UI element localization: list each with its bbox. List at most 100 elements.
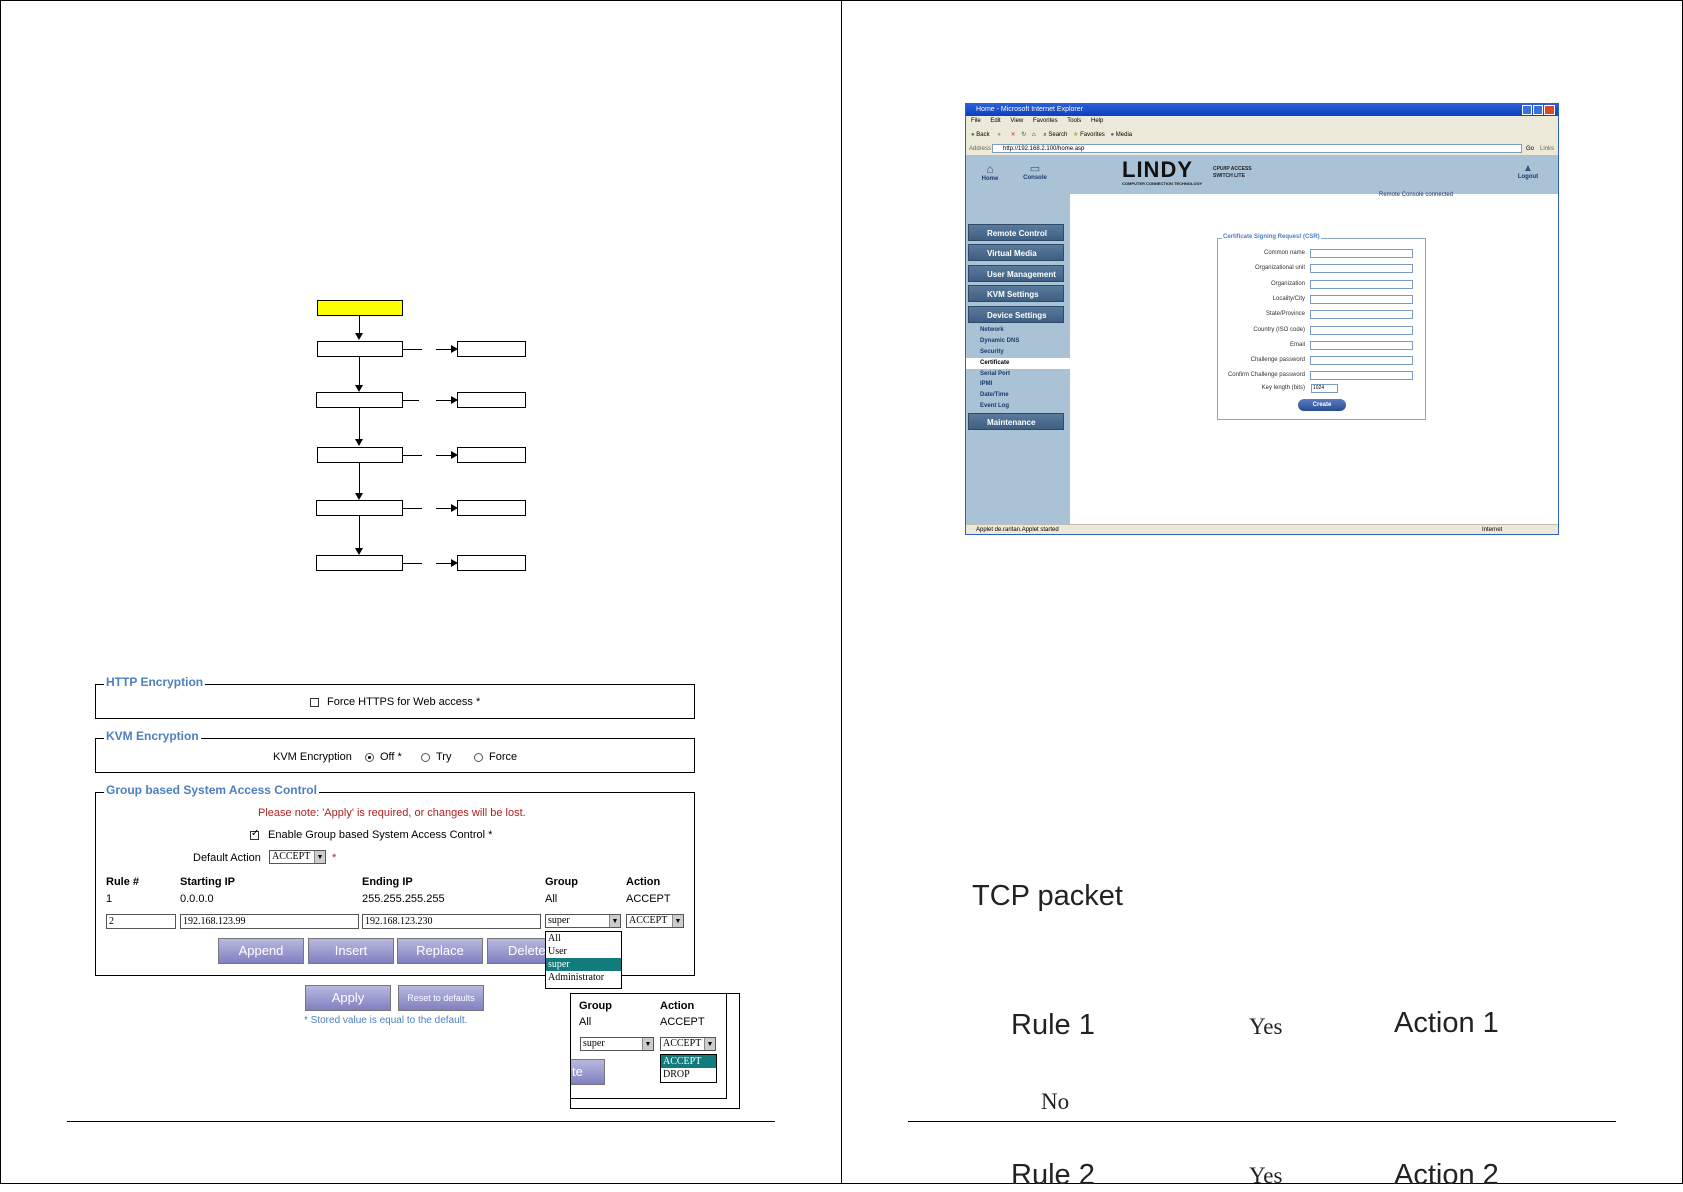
- start-ip-input[interactable]: 192.168.123.99: [180, 914, 359, 929]
- replace-button[interactable]: Replace: [397, 938, 483, 964]
- enable-access-control-label: Enable Group based System Access Control…: [268, 829, 493, 841]
- menu-file[interactable]: File: [971, 118, 981, 124]
- sidebar-remote-control[interactable]: Remote Control: [968, 224, 1064, 241]
- append-button[interactable]: Append: [218, 938, 304, 964]
- media-icon[interactable]: ●: [1110, 132, 1114, 138]
- favorites-button[interactable]: Favorites: [1080, 132, 1105, 138]
- home-nav[interactable]: ⌂ Home: [978, 162, 1002, 182]
- apply-note: Please note: 'Apply' is required, or cha…: [258, 807, 526, 819]
- csr-field-input[interactable]: [1310, 249, 1413, 258]
- csr-field-input[interactable]: [1310, 356, 1413, 366]
- stop-icon[interactable]: ✕: [1011, 132, 1016, 138]
- sub-network[interactable]: Network: [980, 327, 1004, 333]
- csr-field-input[interactable]: [1310, 371, 1413, 381]
- menu-favorites[interactable]: Favorites: [1033, 118, 1058, 124]
- sub-serial-port[interactable]: Serial Port: [980, 371, 1010, 377]
- group-select[interactable]: super ▼: [545, 914, 621, 928]
- media-button[interactable]: Media: [1116, 132, 1132, 138]
- sidebar-virtual-media[interactable]: Virtual Media: [968, 244, 1064, 261]
- sidebar-maintenance[interactable]: Maintenance: [968, 413, 1064, 430]
- sub-event-log[interactable]: Event Log: [980, 403, 1009, 409]
- flow-action-box: [457, 447, 526, 463]
- sidebar-kvm-settings[interactable]: KVM Settings: [968, 285, 1064, 302]
- sidebar-device-settings[interactable]: Device Settings: [968, 306, 1064, 323]
- sidebar-user-management[interactable]: User Management: [968, 265, 1064, 282]
- flow-rule-box: [317, 447, 403, 463]
- csr-field-input[interactable]: [1310, 264, 1413, 274]
- sub-security[interactable]: Security: [980, 349, 1004, 355]
- kvm-encryption-label: KVM Encryption: [273, 751, 352, 763]
- app-header: [966, 156, 1558, 194]
- rule-2-text: Rule 2: [1011, 1159, 1095, 1191]
- sub-dynamic-dns[interactable]: Dynamic DNS: [980, 338, 1019, 344]
- refresh-icon[interactable]: ↻: [1021, 132, 1026, 138]
- reset-defaults-button[interactable]: Reset to defaults: [398, 985, 484, 1011]
- inset-group-select[interactable]: super ▼: [580, 1037, 654, 1051]
- group-dropdown-list: All User super Administrator: [545, 931, 622, 989]
- csr-field-input[interactable]: [1310, 279, 1413, 289]
- csr-field-label: State/Province: [1265, 311, 1305, 318]
- csr-field-input[interactable]: [1310, 294, 1413, 304]
- delete-button[interactable]: Delete: [487, 938, 547, 964]
- menu-view[interactable]: View: [1010, 118, 1023, 124]
- close-icon[interactable]: [1544, 105, 1555, 115]
- stored-value-footnote: * Stored value is equal to the default.: [304, 1015, 468, 1026]
- group-option-selected[interactable]: super: [546, 958, 621, 971]
- go-button[interactable]: Go: [1526, 143, 1534, 155]
- csr-field-input[interactable]: [1310, 325, 1413, 335]
- default-action-select[interactable]: ACCEPT ▼: [269, 850, 326, 864]
- default-action-label: Default Action: [193, 852, 261, 864]
- end-ip-input[interactable]: 192.168.123.230: [362, 914, 541, 929]
- inset-action-select[interactable]: ACCEPT ▼: [660, 1037, 716, 1051]
- browser-screenshot: Home - Microsoft Internet Explorer File …: [965, 103, 1559, 535]
- csr-field-input[interactable]: [1310, 310, 1413, 320]
- key-length-select[interactable]: 1024: [1311, 384, 1338, 393]
- inset-action-dropdown: ACCEPT DROP: [660, 1054, 717, 1083]
- create-button[interactable]: Create: [1298, 399, 1346, 411]
- flow-action-box: [457, 500, 526, 516]
- group-option[interactable]: User: [546, 945, 621, 958]
- sub-ipmi[interactable]: IPMI: [980, 381, 992, 387]
- address-input[interactable]: http://192.168.2.100/home.asp: [992, 144, 1522, 153]
- flow-rule-box: [317, 341, 403, 357]
- csr-field-input[interactable]: [1310, 340, 1413, 350]
- menu-help[interactable]: Help: [1091, 118, 1103, 124]
- default-action-star: *: [332, 852, 337, 864]
- forward-icon[interactable]: ●: [997, 132, 1001, 138]
- action-select[interactable]: ACCEPT ▼: [626, 914, 684, 928]
- kvm-force-radio[interactable]: [474, 753, 483, 762]
- col-starting-ip: Starting IP: [180, 876, 236, 888]
- sub-date-time[interactable]: Date/Time: [980, 392, 1009, 398]
- search-button[interactable]: Search: [1048, 132, 1067, 138]
- inset-delete-button-fragment[interactable]: te: [571, 1059, 605, 1085]
- sub-certificate[interactable]: Certificate: [980, 360, 1009, 366]
- home-icon[interactable]: ⌂: [1032, 132, 1036, 138]
- insert-button[interactable]: Insert: [308, 938, 394, 964]
- logout-icon: ▲: [1523, 163, 1533, 174]
- col-rule: Rule #: [106, 876, 140, 888]
- lindy-logo: LINDY COMPUTER CONNECTION TECHNOLOGY: [1122, 157, 1203, 187]
- rule-input[interactable]: 2: [106, 914, 176, 929]
- search-icon[interactable]: ⌕: [1043, 132, 1046, 138]
- console-nav[interactable]: ▭ Console: [1021, 162, 1049, 181]
- enable-access-control-checkbox[interactable]: [250, 828, 259, 840]
- action-option-selected[interactable]: ACCEPT: [661, 1055, 716, 1068]
- favorites-icon[interactable]: ★: [1073, 132, 1078, 138]
- back-button[interactable]: Back: [976, 132, 989, 138]
- kvm-try-radio[interactable]: [421, 753, 430, 762]
- page-divider: [841, 0, 842, 1186]
- group-option[interactable]: All: [546, 932, 621, 945]
- apply-button[interactable]: Apply: [305, 985, 391, 1011]
- menu-edit[interactable]: Edit: [990, 118, 1000, 124]
- kvm-off-radio[interactable]: [365, 753, 374, 762]
- console-nav-icon: ▭: [1029, 163, 1041, 175]
- force-https-checkbox[interactable]: [310, 698, 319, 707]
- csr-field-label: Organizational unit: [1254, 265, 1305, 272]
- back-icon[interactable]: ●: [971, 132, 975, 138]
- group-option[interactable]: Administrator: [546, 971, 621, 984]
- action-option[interactable]: DROP: [661, 1068, 716, 1081]
- force-https-label: Force HTTPS for Web access *: [327, 696, 481, 708]
- status-text: Applet de.raritan.Applet started: [976, 527, 1059, 533]
- menu-tools[interactable]: Tools: [1067, 118, 1081, 124]
- logout-nav[interactable]: ▲ Logout: [1513, 163, 1543, 180]
